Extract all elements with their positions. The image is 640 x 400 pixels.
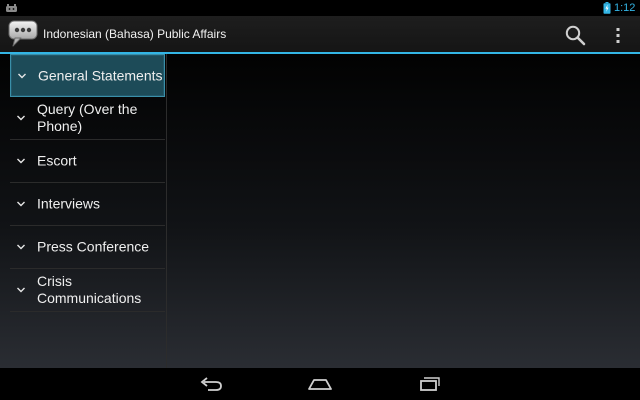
- sidebar-item-label: Escort: [37, 152, 77, 169]
- sidebar-item-escort[interactable]: Escort: [10, 140, 165, 183]
- recent-apps-icon[interactable]: [414, 374, 442, 394]
- search-icon[interactable]: [562, 22, 588, 48]
- chevron-down-icon: [17, 287, 25, 293]
- sidebar-item-label: Crisis Communications: [37, 273, 142, 306]
- sidebar-item-label: Press Conference: [37, 238, 150, 255]
- chevron-down-icon: [18, 73, 26, 79]
- content-area: General Statements Query (Over the Phone…: [0, 54, 640, 368]
- home-icon[interactable]: [306, 374, 334, 394]
- system-navigation-bar: [0, 368, 640, 400]
- app-title: Indonesian (Bahasa) Public Affairs: [43, 27, 227, 41]
- chevron-down-icon: [17, 115, 25, 121]
- sidebar-item-crisis-communications[interactable]: Crisis Communications: [10, 269, 165, 312]
- battery-charging-icon: [603, 2, 611, 14]
- speech-bubble-icon[interactable]: [8, 20, 38, 48]
- back-icon[interactable]: [198, 374, 226, 394]
- sidebar: General Statements Query (Over the Phone…: [0, 54, 167, 368]
- sidebar-item-interviews[interactable]: Interviews: [10, 183, 165, 226]
- chevron-down-icon: [17, 158, 25, 164]
- detail-pane: [167, 54, 640, 368]
- sidebar-item-general-statements[interactable]: General Statements: [10, 54, 165, 97]
- android-screen: 1:12 Indonesian (Bahasa) Public Affairs: [0, 0, 640, 400]
- sidebar-item-label: Query (Over the Phone): [37, 101, 138, 134]
- sidebar-item-label: General Statements: [38, 67, 163, 83]
- status-bar: 1:12: [0, 0, 640, 16]
- android-notification-icon: [6, 4, 17, 12]
- sidebar-item-press-conference[interactable]: Press Conference: [10, 226, 165, 269]
- overflow-menu-icon[interactable]: [608, 22, 628, 48]
- chevron-down-icon: [17, 244, 25, 250]
- action-bar: Indonesian (Bahasa) Public Affairs: [0, 16, 640, 54]
- sidebar-item-label: Interviews: [37, 195, 101, 212]
- sidebar-item-query-over-the-phone[interactable]: Query (Over the Phone): [10, 97, 165, 140]
- chevron-down-icon: [17, 201, 25, 207]
- status-clock: 1:12: [614, 2, 636, 14]
